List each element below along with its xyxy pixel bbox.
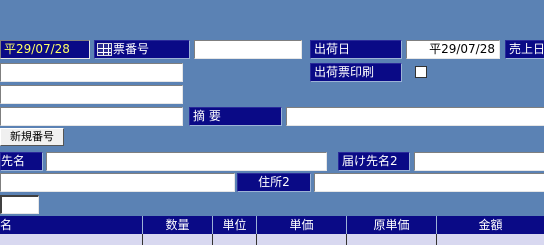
table-cell-cost-price[interactable] [346,234,436,245]
ship-date-input[interactable]: 平29/07/28 [406,40,500,59]
sales-date-label: 売上日 [505,40,544,59]
column-header-amount: 金額 [436,216,544,234]
customer-name-input[interactable] [0,85,183,104]
column-header-quantity: 数量 [142,216,212,234]
small-input[interactable] [0,195,39,214]
delivery-address-input[interactable] [0,173,235,192]
voucher-number-input[interactable] [194,40,302,59]
delivery-name2-label: 届け先名2 [338,152,410,171]
customer-code-input[interactable] [0,63,183,82]
column-header-cost-price: 原単価 [346,216,436,234]
column-header-unit-price: 単価 [256,216,346,234]
table-cell-unit-price[interactable] [256,234,346,245]
date-field[interactable]: 平29/07/28 [0,40,90,59]
delivery-name-input[interactable] [46,152,327,171]
table-cell-quantity[interactable] [142,234,212,245]
customer-address-input[interactable] [0,107,183,126]
table-cell-amount[interactable] [436,234,544,245]
delivery-name-label: 先名 [0,152,43,171]
table-cell-unit[interactable] [212,234,256,245]
table-cell-name[interactable] [0,234,142,245]
new-number-button[interactable]: 新規番号 [0,128,64,146]
summary-label: 摘 要 [189,107,282,126]
ship-date-label: 出荷日 [310,40,402,59]
column-header-unit: 単位 [212,216,256,234]
address2-label: 住所2 [237,173,311,192]
column-header-name: 名 [0,216,142,234]
voucher-number-label: 票番号 [94,40,190,59]
delivery-name2-input[interactable] [414,152,544,171]
grid-icon [97,43,112,56]
ship-slip-print-label: 出荷票印刷 [310,63,402,82]
summary-input[interactable] [286,107,544,126]
ship-slip-print-checkbox[interactable] [415,66,427,78]
address2-input[interactable] [314,173,544,192]
